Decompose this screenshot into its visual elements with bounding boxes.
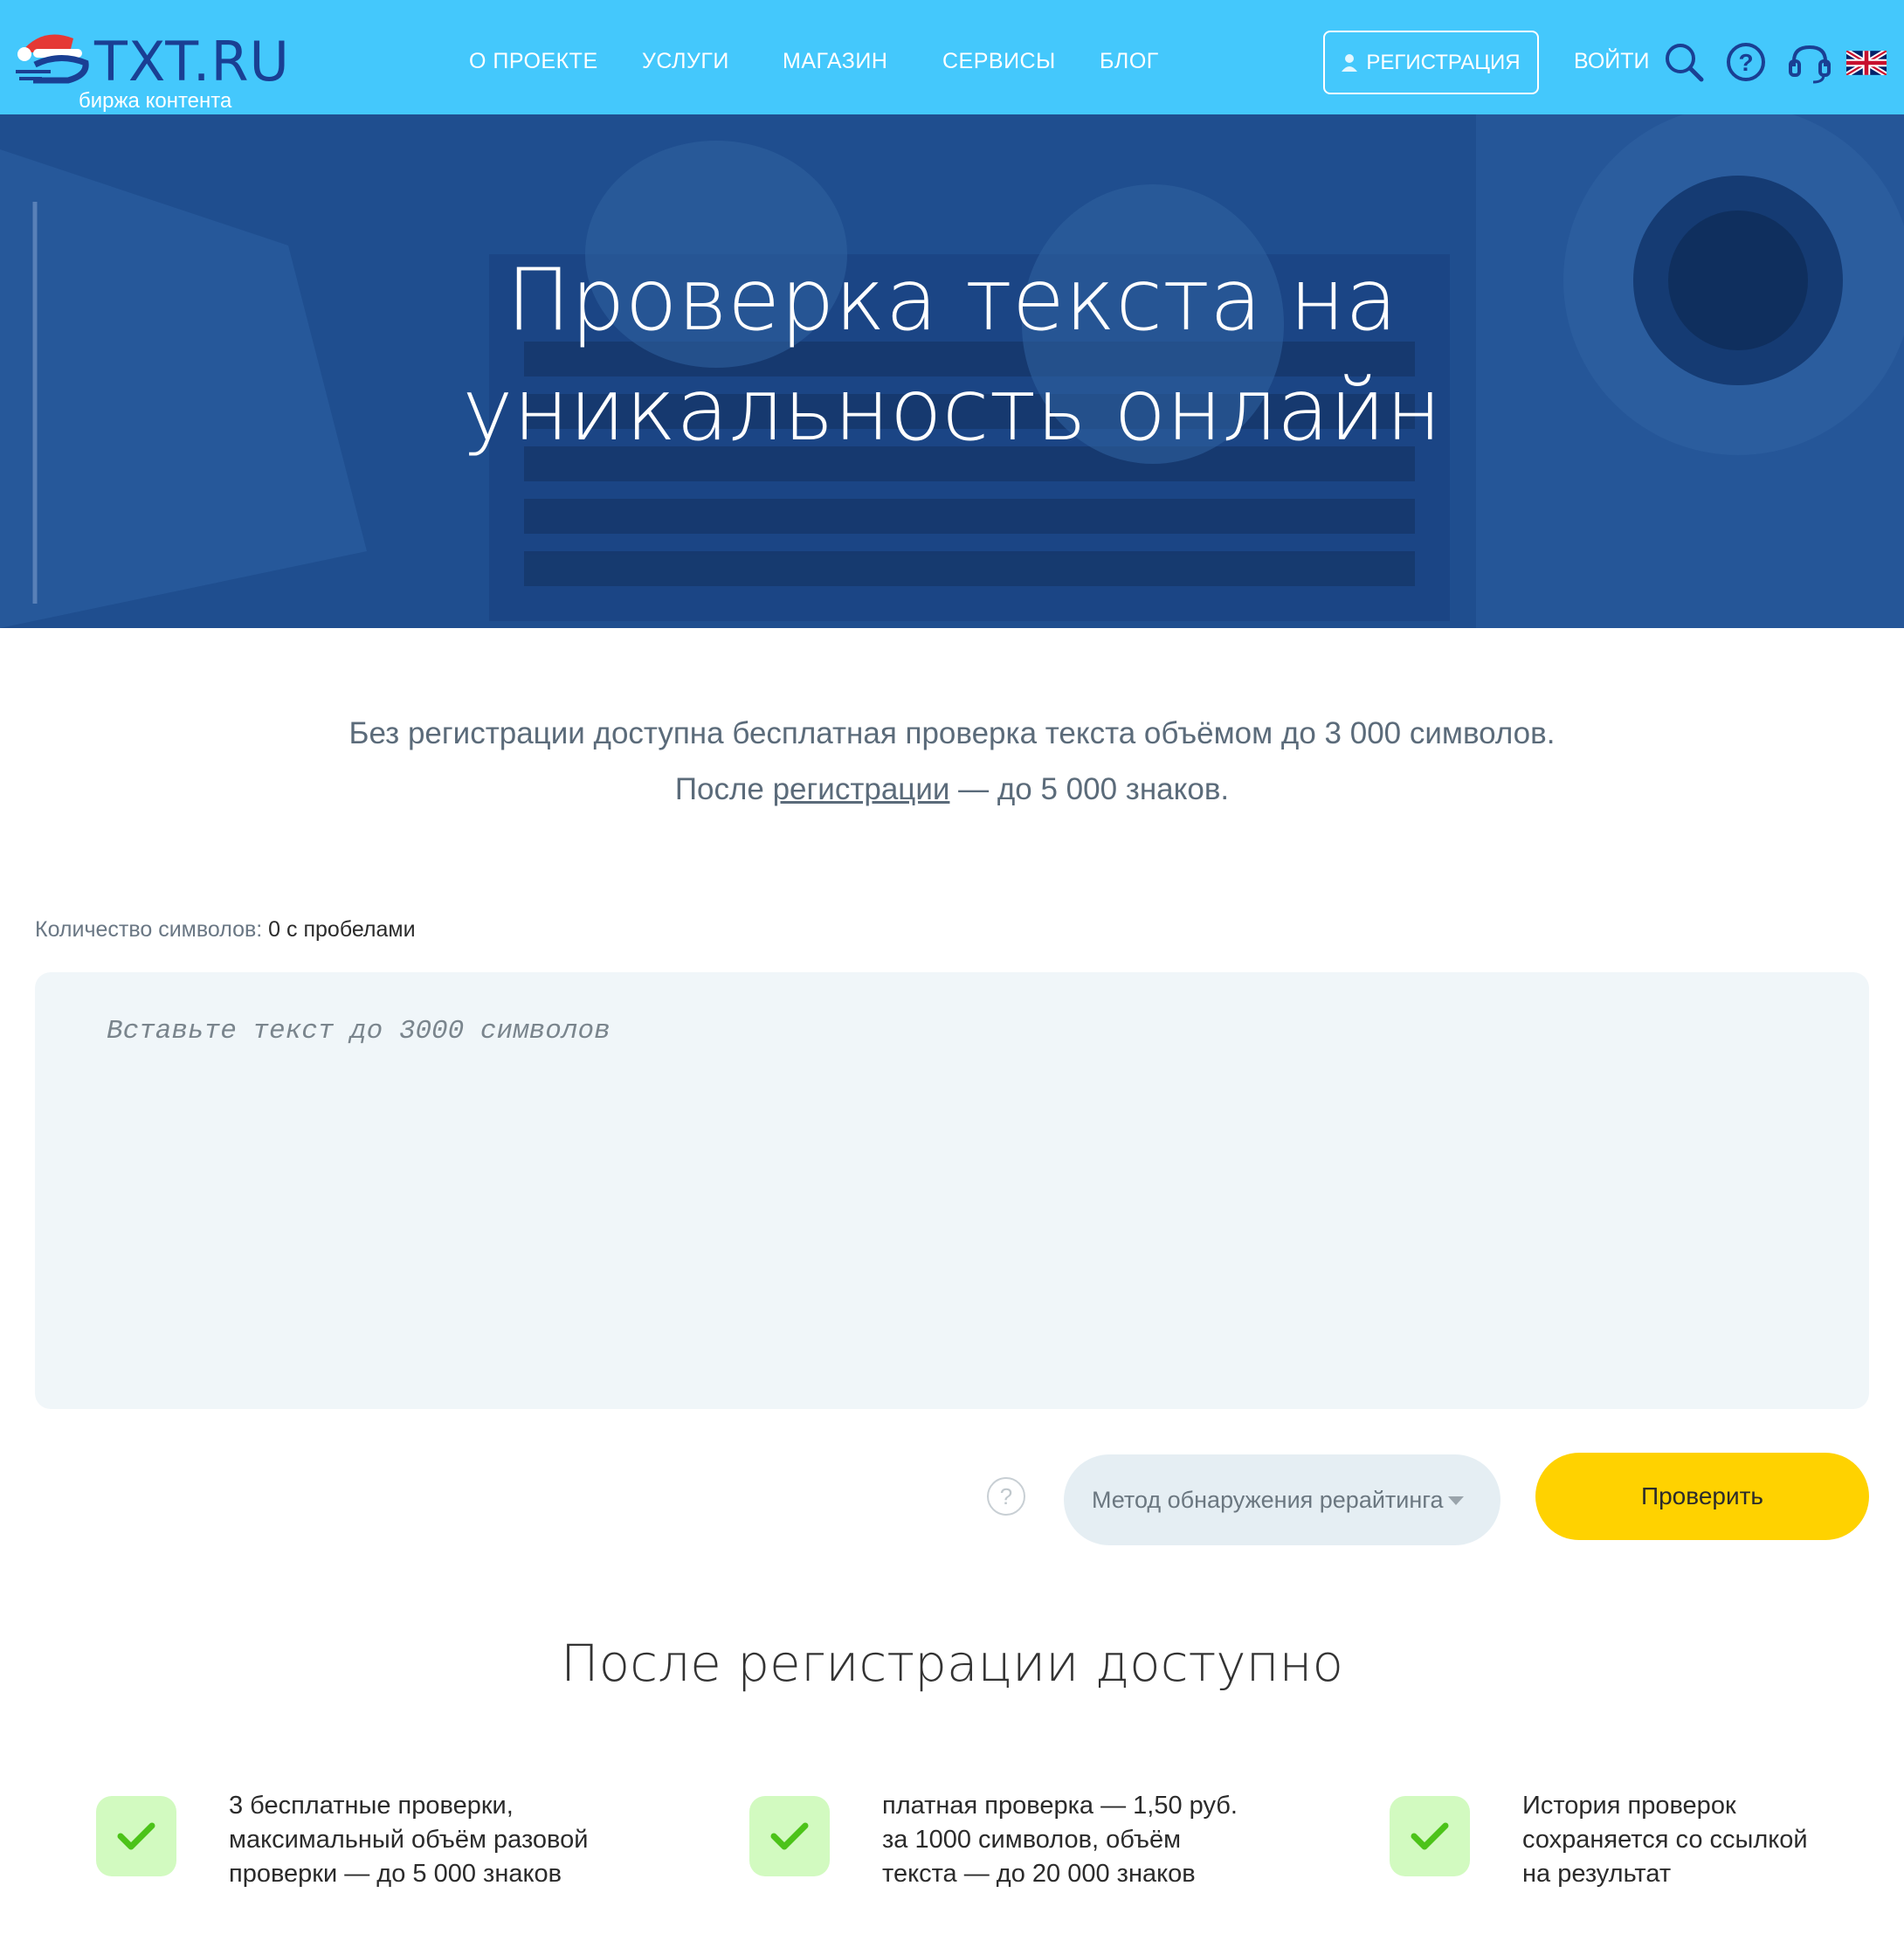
feature-check-icon bbox=[749, 1796, 830, 1876]
login-link[interactable]: ВОЙТИ bbox=[1574, 49, 1650, 74]
info-line-2: После регистрации — до 5 000 знаков. bbox=[0, 762, 1904, 818]
nav-services[interactable]: УСЛУГИ bbox=[642, 49, 729, 74]
info-line-1: Без регистрации доступна бесплатная пров… bbox=[348, 716, 1556, 750]
feature-check-icon bbox=[96, 1796, 176, 1876]
page-title-line-1: Проверка текста на bbox=[506, 251, 1398, 350]
uk-flag-icon[interactable] bbox=[1846, 51, 1887, 75]
info-line-2-prefix: После bbox=[674, 772, 773, 806]
page-title-line-2: уникальность онлайн bbox=[462, 361, 1442, 460]
logo-tagline: биржа контента bbox=[79, 89, 232, 113]
hero-banner: Проверка текста на уникальность онлайн bbox=[0, 114, 1904, 628]
check-button[interactable]: Проверить bbox=[1535, 1453, 1869, 1540]
info-line-2-suffix: — до 5 000 знаков. bbox=[949, 772, 1230, 806]
nav-about[interactable]: О ПРОЕКТЕ bbox=[469, 49, 598, 74]
user-icon bbox=[1342, 53, 1358, 72]
char-count-label: Количество символов: bbox=[35, 917, 263, 942]
page-title: Проверка текста на уникальность онлайн bbox=[0, 245, 1904, 466]
santa-hat-logo-icon bbox=[16, 34, 89, 84]
logo-wordmark: TXT.RU bbox=[94, 30, 290, 93]
char-count: Количество символов: 0 с пробелами bbox=[35, 917, 416, 943]
nav-shop[interactable]: МАГАЗИН bbox=[783, 49, 887, 74]
rewrite-method-select[interactable]: Метод обнаружения рерайтинга bbox=[1064, 1454, 1500, 1545]
feature-text: История проверок сохраняется со ссылкой … bbox=[1522, 1792, 1808, 1888]
feature-text: 3 бесплатные проверки, максимальный объё… bbox=[229, 1792, 589, 1888]
register-label: РЕГИСТРАЦИЯ bbox=[1366, 50, 1521, 74]
method-help-icon[interactable]: ? bbox=[987, 1477, 1025, 1516]
support-headset-icon[interactable] bbox=[1789, 42, 1831, 86]
feature-check-icon bbox=[1390, 1796, 1470, 1876]
help-icon[interactable]: ? bbox=[1726, 42, 1766, 82]
etxt-logo[interactable]: TXT.RU биржа контента bbox=[16, 26, 313, 114]
register-button[interactable]: РЕГИСТРАЦИЯ bbox=[1323, 31, 1539, 94]
feature-text: платная проверка — 1,50 руб. за 1000 сим… bbox=[882, 1792, 1238, 1888]
site-header: TXT.RU биржа контента О ПРОЕКТЕ УСЛУГИ М… bbox=[0, 0, 1904, 114]
search-icon[interactable] bbox=[1664, 42, 1704, 82]
nav-tools[interactable]: СЕРВИСЫ bbox=[942, 49, 1056, 74]
char-count-value: 0 с пробелами bbox=[268, 917, 416, 942]
method-select-value: Метод обнаружения рерайтинга bbox=[1092, 1486, 1444, 1513]
chevron-down-icon bbox=[1448, 1496, 1464, 1505]
text-input[interactable] bbox=[35, 972, 1869, 1409]
features-title: После регистрации доступно bbox=[561, 1634, 1343, 1693]
registration-link[interactable]: регистрации bbox=[773, 772, 950, 806]
free-check-info: Без регистрации доступна бесплатная пров… bbox=[0, 706, 1904, 818]
nav-blog[interactable]: БЛОГ bbox=[1100, 49, 1159, 74]
svg-text:?: ? bbox=[1738, 49, 1753, 76]
